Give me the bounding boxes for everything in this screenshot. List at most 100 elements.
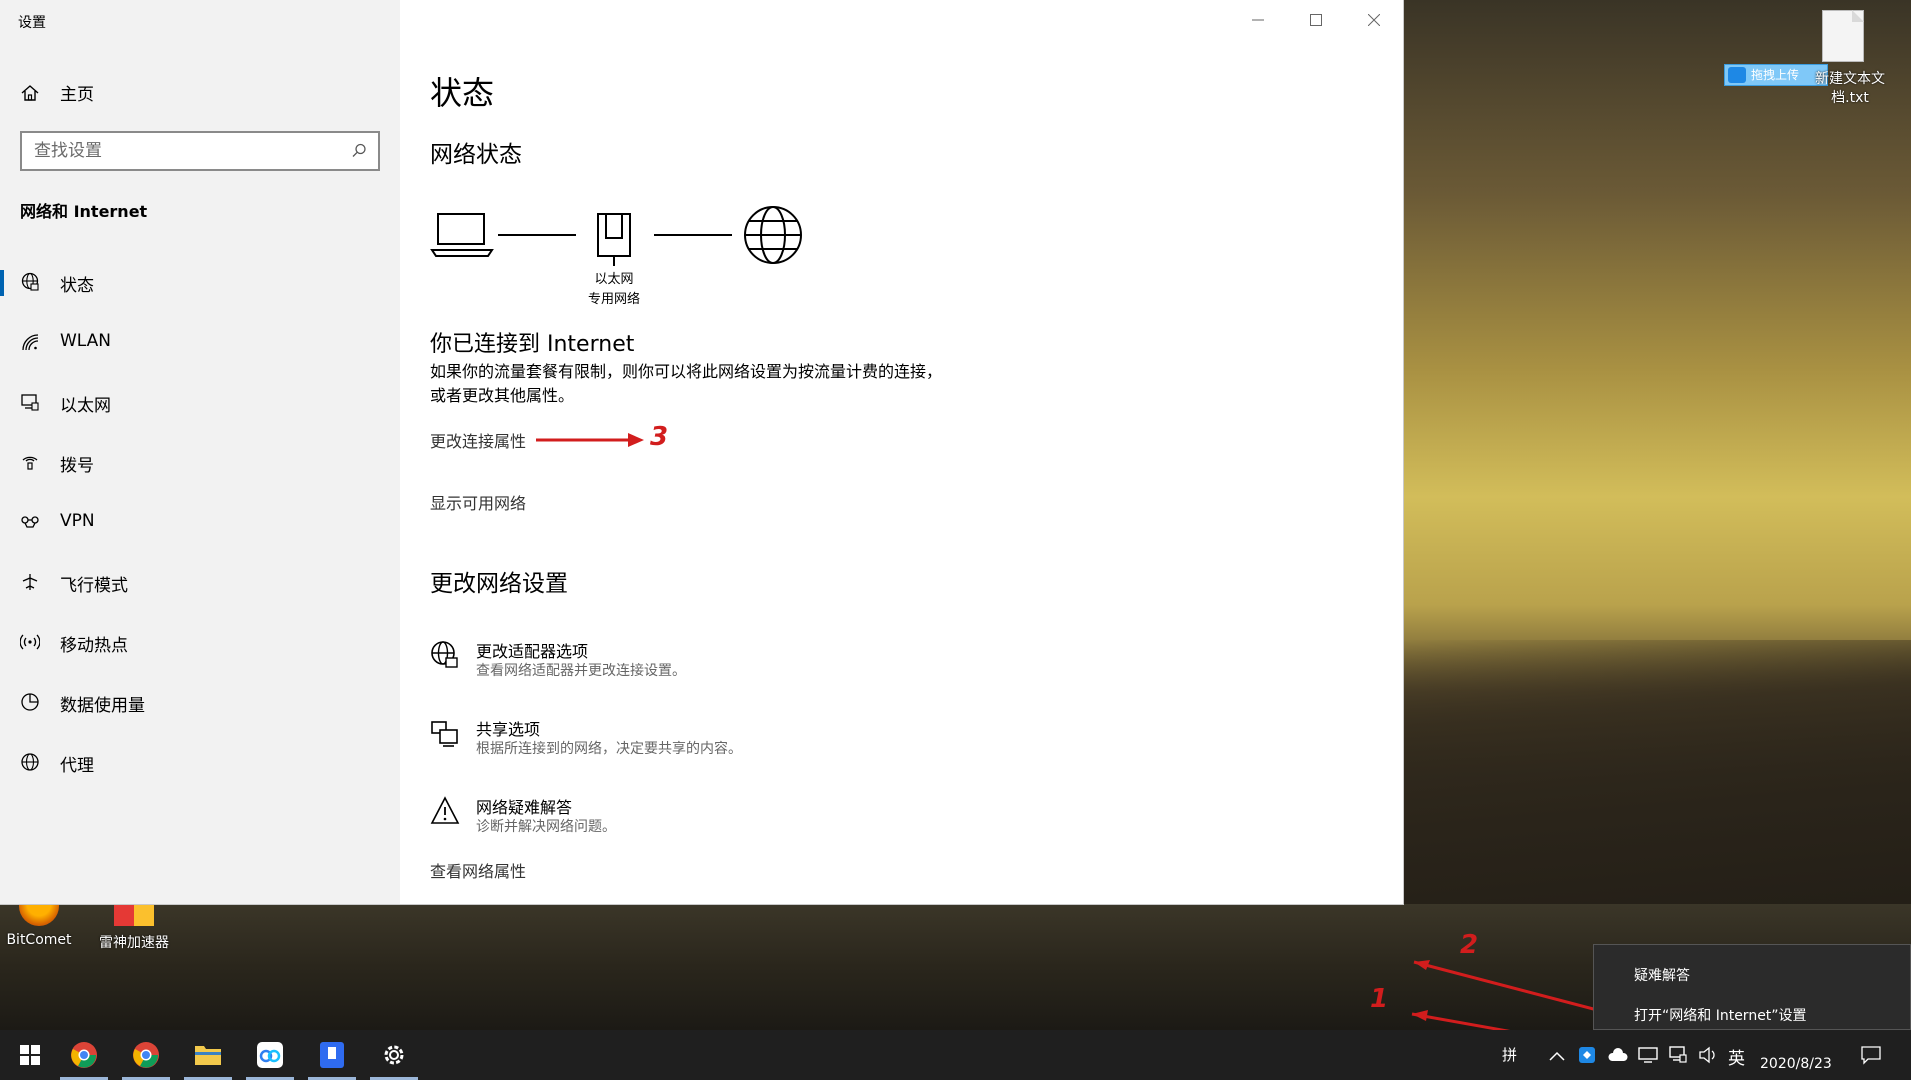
app-icon — [320, 1042, 344, 1068]
annotation-arrow-3 — [536, 433, 644, 447]
language-indicator[interactable]: 英 — [1728, 1044, 1745, 1069]
nav-item-status[interactable]: 状态 — [0, 254, 400, 310]
ethernet-port-icon — [597, 213, 631, 266]
network-tray-icon[interactable] — [1668, 1046, 1688, 1064]
nav-label: 数据使用量 — [60, 696, 145, 716]
maximize-icon — [1310, 14, 1322, 26]
taskbar-settings[interactable] — [364, 1030, 424, 1080]
app-title: 设置 — [18, 15, 46, 31]
file-label: 新建文本文档.txt — [1815, 71, 1885, 106]
network-status-title: 网络状态 — [430, 142, 522, 168]
nav-item-hotspot[interactable]: 移动热点 — [0, 614, 400, 670]
desktop-icon-label: BitComet — [6, 932, 72, 948]
content-pane: 状态 网络状态 以太网 专用网络 你已连接到 Internet 如果你的流量套餐… — [400, 0, 1403, 904]
taskbar-chrome-2[interactable] — [116, 1030, 176, 1080]
connector-line — [498, 234, 576, 236]
nav-item-data-usage[interactable]: 数据使用量 — [0, 674, 400, 730]
section-title: 网络和 Internet — [20, 202, 148, 221]
page-title: 状态 — [430, 74, 495, 112]
connected-title: 你已连接到 Internet — [430, 332, 635, 357]
nav-item-proxy[interactable]: 代理 — [0, 734, 400, 790]
maximize-button[interactable] — [1287, 0, 1345, 40]
nav-label: 代理 — [60, 756, 94, 776]
clock-date[interactable]: 2020/8/23 — [1760, 1056, 1832, 1072]
ime-mode-indicator[interactable]: 拼 — [1502, 1044, 1517, 1065]
warning-icon — [430, 796, 460, 824]
adapter-globe-icon — [431, 641, 458, 668]
desktop-icon-bitcomet[interactable]: BitComet — [2, 904, 76, 948]
view-network-properties-link[interactable]: 查看网络属性 — [430, 858, 526, 882]
taskbar-chrome-1[interactable] — [54, 1030, 114, 1080]
chevron-up-icon[interactable] — [1548, 1050, 1566, 1062]
leishen-icon — [114, 904, 154, 926]
taskbar-baidu-netdisk[interactable] — [240, 1030, 300, 1080]
bitcomet-icon — [19, 904, 59, 926]
annotation-number-1: 1 — [1370, 984, 1389, 1014]
change-connection-properties-link[interactable]: 更改连接属性 — [430, 428, 526, 452]
connector-line — [654, 234, 732, 236]
taskbar-file-explorer[interactable] — [178, 1030, 238, 1080]
settings-window: 设置 主页 网络和 Internet 状态 — [0, 0, 1403, 904]
nav-item-vpn[interactable]: VPN — [0, 494, 400, 550]
annotation-number-2: 2 — [1460, 930, 1479, 960]
globe-network-icon — [21, 272, 39, 291]
nav-item-dialup[interactable]: 拨号 — [0, 434, 400, 490]
menu-item-troubleshoot[interactable]: 疑难解答 — [1634, 965, 1690, 985]
cloud-icon[interactable] — [1608, 1048, 1628, 1062]
folder-icon — [195, 1046, 221, 1065]
option-title: 更改适配器选项 — [476, 642, 589, 661]
gear-icon — [384, 1045, 404, 1065]
nav-label: 移动热点 — [60, 636, 128, 656]
desktop-icon-leishen[interactable]: 雷神加速器 — [92, 904, 176, 952]
nav-item-ethernet[interactable]: 以太网 — [0, 374, 400, 430]
home-icon — [21, 84, 39, 101]
nav-label: 以太网 — [60, 396, 111, 416]
home-nav-item[interactable]: 主页 — [20, 80, 94, 105]
close-icon — [1368, 14, 1380, 26]
search-box[interactable] — [20, 131, 380, 171]
text-file-icon[interactable] — [1822, 10, 1864, 62]
network-troubleshooter-item[interactable]: 网络疑难解答 诊断并解决网络问题。 — [430, 794, 930, 844]
nav-label: VPN — [60, 511, 95, 531]
adapter-options-item[interactable]: 更改适配器选项 查看网络适配器并更改连接设置。 — [430, 638, 930, 688]
nav-item-airplane[interactable]: 飞行模式 — [0, 554, 400, 610]
close-button[interactable] — [1345, 0, 1403, 40]
baidu-netdisk-icon — [257, 1042, 283, 1068]
connected-description: 如果你的流量套餐有限制，则你可以将此网络设置为按流量计费的连接，或者更改其他属性… — [430, 362, 943, 405]
option-description: 诊断并解决网络问题。 — [476, 819, 616, 835]
ethernet-icon — [21, 394, 39, 411]
menu-item-open-settings[interactable]: 打开“网络和 Internet”设置 — [1634, 1005, 1807, 1025]
network-context-menu: 疑难解答 打开“网络和 Internet”设置 — [1593, 944, 1911, 1030]
chrome-icon — [71, 1042, 97, 1068]
sidebar: 设置 主页 网络和 Internet 状态 — [0, 0, 400, 904]
airplane-icon — [22, 574, 38, 590]
taskbar: 拼 英 2020/8/23 — [0, 1030, 1911, 1080]
home-label: 主页 — [60, 85, 94, 105]
wifi-icon — [22, 334, 39, 351]
change-network-settings-title: 更改网络设置 — [430, 571, 568, 597]
volume-icon[interactable] — [1698, 1046, 1718, 1064]
taskbar-app-blue[interactable] — [302, 1030, 362, 1080]
network-diagram: 以太网 专用网络 — [430, 200, 810, 310]
dialup-icon — [22, 456, 38, 470]
nav-label: 状态 — [60, 276, 94, 296]
globe-icon — [21, 753, 39, 771]
nav-item-wlan[interactable]: WLAN — [0, 314, 400, 370]
show-available-networks-link[interactable]: 显示可用网络 — [430, 490, 526, 514]
window-controls — [1229, 0, 1403, 40]
sharing-options-item[interactable]: 共享选项 根据所连接到的网络，决定要共享的内容。 — [430, 716, 930, 766]
minimize-button[interactable] — [1229, 0, 1287, 40]
laptop-icon — [430, 213, 494, 257]
windows-logo-icon — [20, 1045, 40, 1065]
annotation-number-3: 3 — [650, 422, 669, 452]
search-icon[interactable] — [350, 142, 368, 160]
sharing-icon — [431, 721, 458, 747]
option-title: 网络疑难解答 — [476, 798, 573, 817]
start-button[interactable] — [0, 1030, 60, 1080]
chrome-icon — [133, 1042, 159, 1068]
notification-center-icon[interactable] — [1860, 1045, 1882, 1065]
search-input[interactable] — [34, 139, 334, 163]
tray-app-icon[interactable] — [1578, 1046, 1596, 1064]
display-icon[interactable] — [1638, 1047, 1658, 1063]
option-description: 根据所连接到的网络，决定要共享的内容。 — [476, 741, 742, 757]
